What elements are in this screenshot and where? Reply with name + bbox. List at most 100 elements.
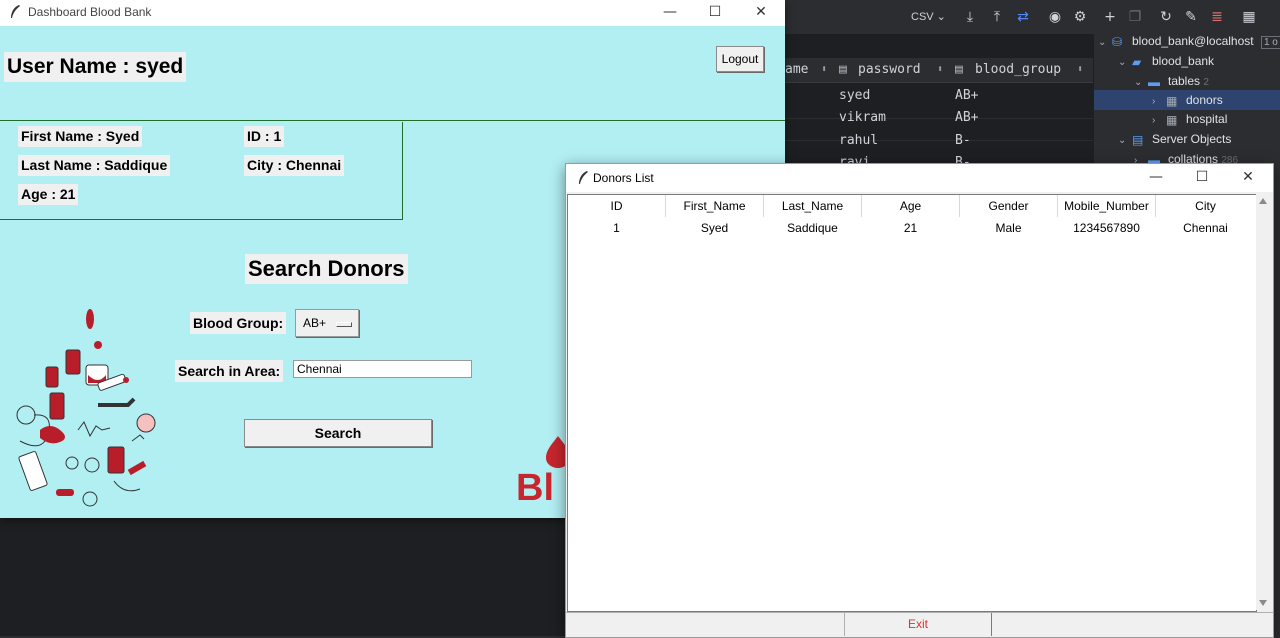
upload-icon[interactable]: ⤒: [988, 8, 1006, 26]
id-label: ID : 1: [244, 126, 285, 147]
city-label: City : Chennai: [244, 155, 345, 176]
gear-icon[interactable]: ⚙: [1071, 8, 1089, 26]
server-icon: ▤: [1132, 133, 1144, 147]
divider: [0, 120, 785, 121]
maximize-icon[interactable]: ☐: [692, 0, 738, 26]
csv-format-dropdown[interactable]: CSV ⌄: [911, 10, 946, 23]
close-icon[interactable]: ✕: [738, 0, 784, 26]
grid-cell[interactable]: vikram: [839, 107, 886, 129]
database-icon: ▰: [1132, 55, 1142, 69]
donors-bottom-bar: Exit: [566, 612, 1273, 637]
exit-button[interactable]: Exit: [844, 613, 992, 636]
chevron-down-icon[interactable]: ⌄: [1098, 33, 1112, 53]
grid-col-blood-group[interactable]: blood_group: [975, 58, 1061, 82]
donors-list-window: Donors List — ☐ ✕ ID First_Name Last_Nam…: [565, 163, 1274, 638]
table-icon: ▦: [1166, 94, 1178, 108]
edit-icon[interactable]: ✎: [1182, 8, 1200, 26]
table-cell: 21: [903, 221, 918, 235]
table-icon: ▦: [1166, 113, 1178, 127]
first-name-label: First Name : Syed: [18, 126, 143, 147]
tree-item-donors[interactable]: › ▦ donors: [1094, 90, 1280, 110]
vertical-scrollbar[interactable]: [1256, 194, 1270, 610]
column-header[interactable]: Mobile_Number: [1058, 195, 1156, 217]
grid-col-password[interactable]: password: [858, 58, 921, 82]
window-title: Donors List: [593, 171, 654, 185]
age-label: Age : 21: [18, 184, 79, 205]
column-header[interactable]: ID: [568, 195, 666, 217]
grid-header: ame ⬍ ▤ password ⬍ ▤ blood_group ⬍: [785, 58, 1093, 83]
maximize-icon[interactable]: ☐: [1179, 165, 1225, 191]
table-column-icon: ▤: [955, 62, 963, 77]
blood-group-dropdown[interactable]: AB+: [295, 309, 359, 337]
grid-cell[interactable]: rahul: [839, 130, 878, 152]
profile-info-box: First Name : Syed Last Name : Saddique A…: [0, 122, 403, 220]
minimize-icon[interactable]: —: [647, 0, 693, 26]
folder-icon: ▬: [1148, 75, 1160, 89]
database-icon[interactable]: ≣: [1208, 8, 1226, 26]
sort-icon[interactable]: ⬍: [821, 58, 827, 82]
search-button[interactable]: Search: [244, 419, 432, 447]
database-tree: ⌄ ⛁ blood_bank@localhost 1 o ⌄ ▰ blood_bank …: [1093, 31, 1280, 167]
sort-icon[interactable]: ⬍: [1077, 58, 1083, 82]
table-cell: 1234567890: [1073, 221, 1140, 235]
compare-icon[interactable]: ⇄: [1014, 8, 1032, 26]
connection-icon: ⛁: [1112, 35, 1123, 49]
copy-icon[interactable]: ❐: [1126, 8, 1144, 26]
table-cell: Syed: [700, 221, 729, 235]
blood-donation-illustration: [16, 306, 156, 508]
close-icon[interactable]: ✕: [1225, 165, 1271, 191]
blood-group-value: AB+: [303, 316, 327, 330]
logo-text: Bl: [516, 467, 554, 509]
last-name-label: Last Name : Saddique: [18, 155, 171, 176]
ide-editor-area: [0, 515, 565, 636]
grid-cell[interactable]: AB+: [955, 107, 978, 129]
table-icon[interactable]: ▦: [1240, 8, 1258, 26]
grid-cell[interactable]: AB+: [955, 85, 978, 107]
grid-cell[interactable]: syed: [839, 85, 870, 107]
column-header[interactable]: Gender: [960, 195, 1058, 217]
sort-icon[interactable]: ⬍: [937, 58, 943, 82]
user-name-label: User Name : syed: [4, 52, 187, 82]
tree-item-hospital[interactable]: › ▦ hospital: [1152, 109, 1227, 129]
add-icon[interactable]: +: [1101, 8, 1119, 26]
column-header[interactable]: Last_Name: [764, 195, 862, 217]
view-icon[interactable]: ◉: [1046, 8, 1064, 26]
table-cell: 1: [613, 221, 620, 235]
donors-list-titlebar[interactable]: Donors List — ☐ ✕: [566, 164, 1273, 192]
grid-cell[interactable]: B-: [955, 130, 971, 152]
folder-icon: ▬: [1148, 153, 1160, 167]
area-label: Search in Area:: [175, 360, 284, 382]
ide-toolbar: CSV ⌄ ⤓ ⤒ ⇄ ◉ ⚙ + ❐ ↻ ✎ ≣ ▦: [785, 0, 1280, 35]
chevron-down-icon[interactable]: ⌄: [1118, 131, 1132, 151]
tree-item-tables[interactable]: ⌄ ▬ tables 2: [1134, 71, 1209, 91]
column-header[interactable]: City: [1156, 195, 1255, 217]
table-cell: Saddique: [787, 221, 838, 235]
grid-col-name[interactable]: ame: [785, 58, 808, 82]
table-cell: Chennai: [1183, 221, 1228, 235]
tree-item-server-objects[interactable]: ⌄ ▤ Server Objects: [1118, 129, 1231, 149]
dashboard-titlebar[interactable]: Dashboard Blood Bank — ☐ ✕: [0, 0, 785, 26]
row-divider: [785, 140, 1093, 141]
column-header[interactable]: First_Name: [666, 195, 764, 217]
window-title: Dashboard Blood Bank: [28, 5, 152, 19]
logout-button[interactable]: Logout: [716, 46, 764, 72]
donors-table: ID First_Name Last_Name Age Gender Mobil…: [567, 194, 1257, 612]
refresh-icon[interactable]: ↻: [1157, 8, 1175, 26]
scroll-down-icon[interactable]: [1259, 600, 1267, 606]
blood-group-label: Blood Group:: [190, 312, 287, 334]
tree-item-database[interactable]: ⌄ ▰ blood_bank: [1118, 51, 1214, 71]
table-column-icon: ▤: [839, 62, 847, 77]
area-input[interactable]: [293, 360, 472, 378]
column-header[interactable]: Age: [862, 195, 960, 217]
search-donors-title: Search Donors: [245, 254, 408, 284]
minimize-icon[interactable]: —: [1133, 165, 1179, 191]
download-icon[interactable]: ⤓: [961, 8, 979, 26]
option-menu-indicator-icon: [336, 322, 352, 327]
feather-icon: [579, 171, 588, 184]
chevron-right-icon[interactable]: ›: [1152, 111, 1166, 131]
ide-data-grid: ame ⬍ ▤ password ⬍ ▤ blood_group ⬍ syed …: [785, 34, 1093, 170]
scroll-up-icon[interactable]: [1259, 198, 1267, 204]
tree-item-connection[interactable]: ⌄ ⛁ blood_bank@localhost 1 o: [1098, 31, 1280, 51]
table-cell: Male: [995, 221, 1022, 235]
chevron-down-icon[interactable]: ⌄: [1118, 53, 1132, 73]
